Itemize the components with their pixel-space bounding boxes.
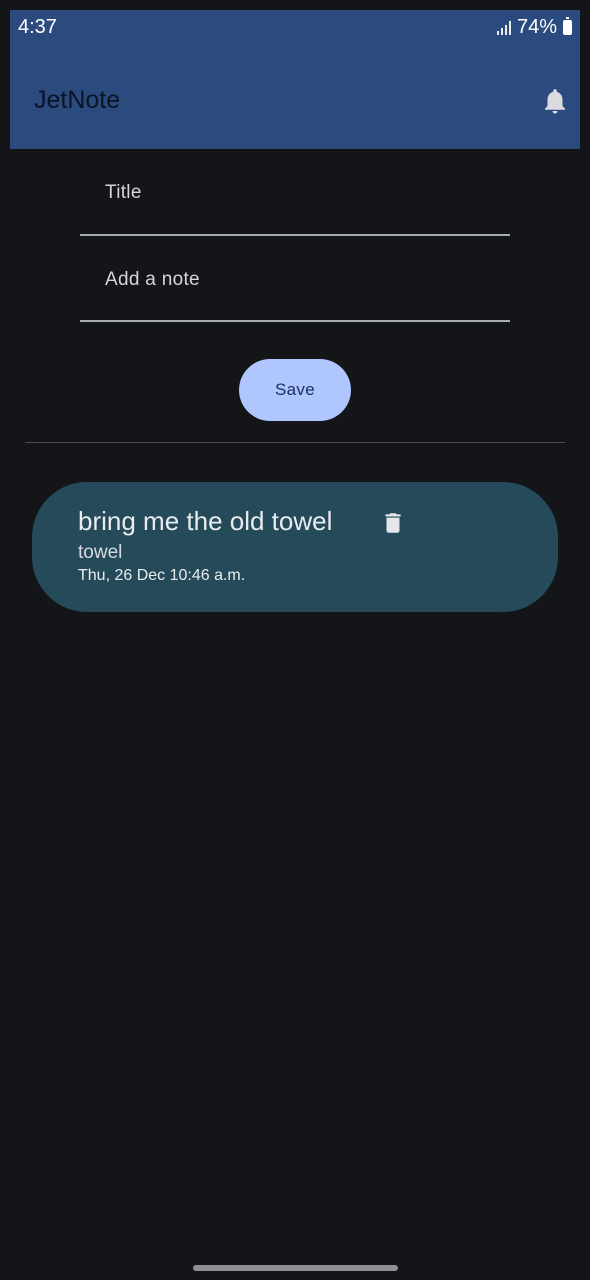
- note-title: bring me the old towel: [78, 506, 333, 536]
- app-bar: JetNote: [10, 50, 580, 149]
- note-field[interactable]: Add a note: [80, 252, 510, 322]
- app-title: JetNote: [34, 86, 121, 114]
- status-time: 4:37: [18, 16, 57, 38]
- signal-icon: [496, 20, 511, 35]
- trash-icon[interactable]: [380, 508, 406, 538]
- battery-percent: 74%: [516, 16, 557, 38]
- home-indicator[interactable]: [193, 1265, 398, 1271]
- status-indicators: 74%: [496, 16, 572, 39]
- note-field-label: Add a note: [105, 269, 200, 290]
- save-button[interactable]: Save: [239, 359, 351, 421]
- divider: [25, 442, 565, 443]
- note-card[interactable]: bring me the old towel towel Thu, 26 Dec…: [32, 482, 558, 612]
- title-field[interactable]: Title: [80, 165, 510, 236]
- note-date: Thu, 26 Dec 10:46 a.m.: [78, 567, 246, 584]
- battery-icon: [563, 17, 572, 35]
- title-field-label: Title: [105, 182, 142, 203]
- note-text: towel: [78, 542, 123, 563]
- status-bar: 4:37 74%: [10, 10, 580, 50]
- bell-icon[interactable]: [540, 84, 570, 118]
